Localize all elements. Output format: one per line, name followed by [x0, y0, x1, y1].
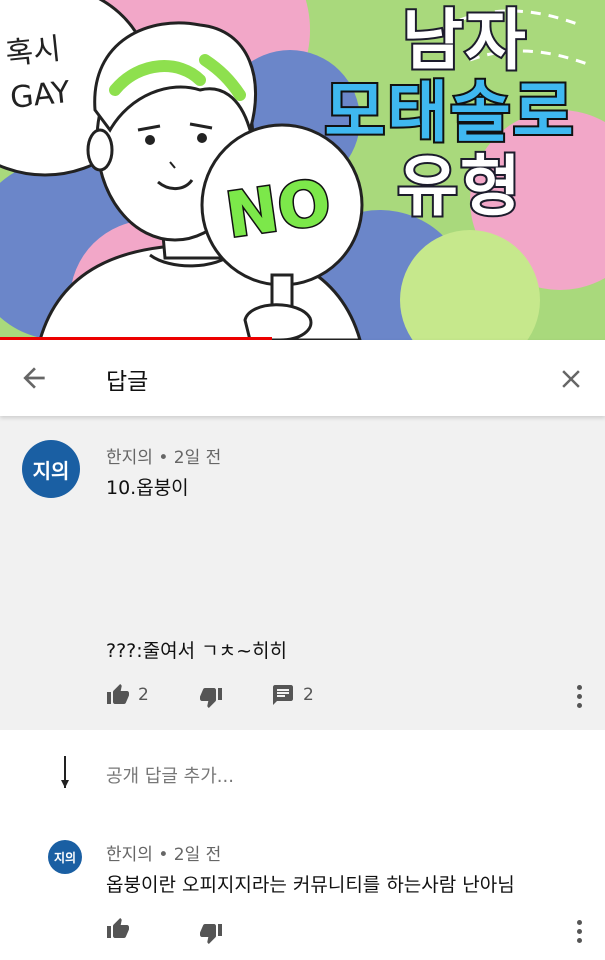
reply-count: 2	[303, 685, 314, 705]
like-button[interactable]: 2	[106, 683, 149, 707]
thumbs-up-icon	[107, 684, 129, 704]
meta-separator: •	[158, 845, 174, 865]
video-thumbnail[interactable]: 혹시 GAY NO 남자 모태솔로 유형	[0, 0, 605, 340]
meta-separator: •	[158, 448, 174, 468]
comment-meta: 한지의 • 2일 전	[106, 443, 221, 468]
speech-bubble-text: 혹시 GAY	[4, 27, 73, 121]
reply-text: 옵붕이란 오피지지라는 커뮤니티를 하는사람 난아님	[106, 874, 515, 896]
back-arrow-icon[interactable]	[18, 362, 50, 394]
header-title: 답글	[106, 369, 149, 395]
replies-header: 답글	[0, 340, 605, 416]
comment-author[interactable]: 한지의	[106, 448, 153, 468]
title-line-1: 남자	[400, 2, 528, 79]
reply-meta: 한지의 • 2일 전	[106, 840, 221, 865]
thumbs-down-icon	[200, 924, 222, 944]
more-options-icon[interactable]	[577, 685, 583, 712]
reply-avatar[interactable]: 지의	[48, 840, 82, 874]
reply-like-button[interactable]	[106, 917, 130, 941]
comment-text: 10.옵붕이	[106, 477, 189, 499]
reply-input-bar[interactable]: 공개 답글 추가...	[0, 730, 605, 815]
comment-text-line-2: ???:줄여서 ㄱㅊ~히히	[106, 640, 287, 662]
comment-icon	[273, 685, 293, 705]
bubble-line-1: 혹시	[3, 31, 63, 73]
title-line-3: 유형	[395, 148, 523, 225]
thumbnail-title: 남자 모태솔로 유형	[300, 2, 600, 225]
thumbs-up-icon	[107, 918, 129, 938]
reply-more-options-icon[interactable]	[577, 920, 583, 947]
reply-dislike-button[interactable]	[199, 921, 223, 945]
close-icon[interactable]	[556, 364, 586, 394]
dislike-button[interactable]	[199, 685, 223, 709]
reply-count-button[interactable]: 2	[271, 683, 314, 707]
reply-author[interactable]: 한지의	[106, 845, 153, 865]
text-cursor-icon	[61, 756, 69, 788]
thumbs-down-icon	[200, 688, 222, 708]
reply-input-placeholder[interactable]: 공개 답글 추가...	[106, 762, 234, 788]
like-count: 2	[138, 685, 149, 705]
reply-time: 2일 전	[173, 845, 222, 865]
avatar[interactable]: 지의	[22, 440, 80, 498]
title-line-2: 모태솔로	[323, 74, 576, 151]
comment-time: 2일 전	[173, 448, 222, 468]
bubble-line-2: GAY	[8, 74, 72, 116]
